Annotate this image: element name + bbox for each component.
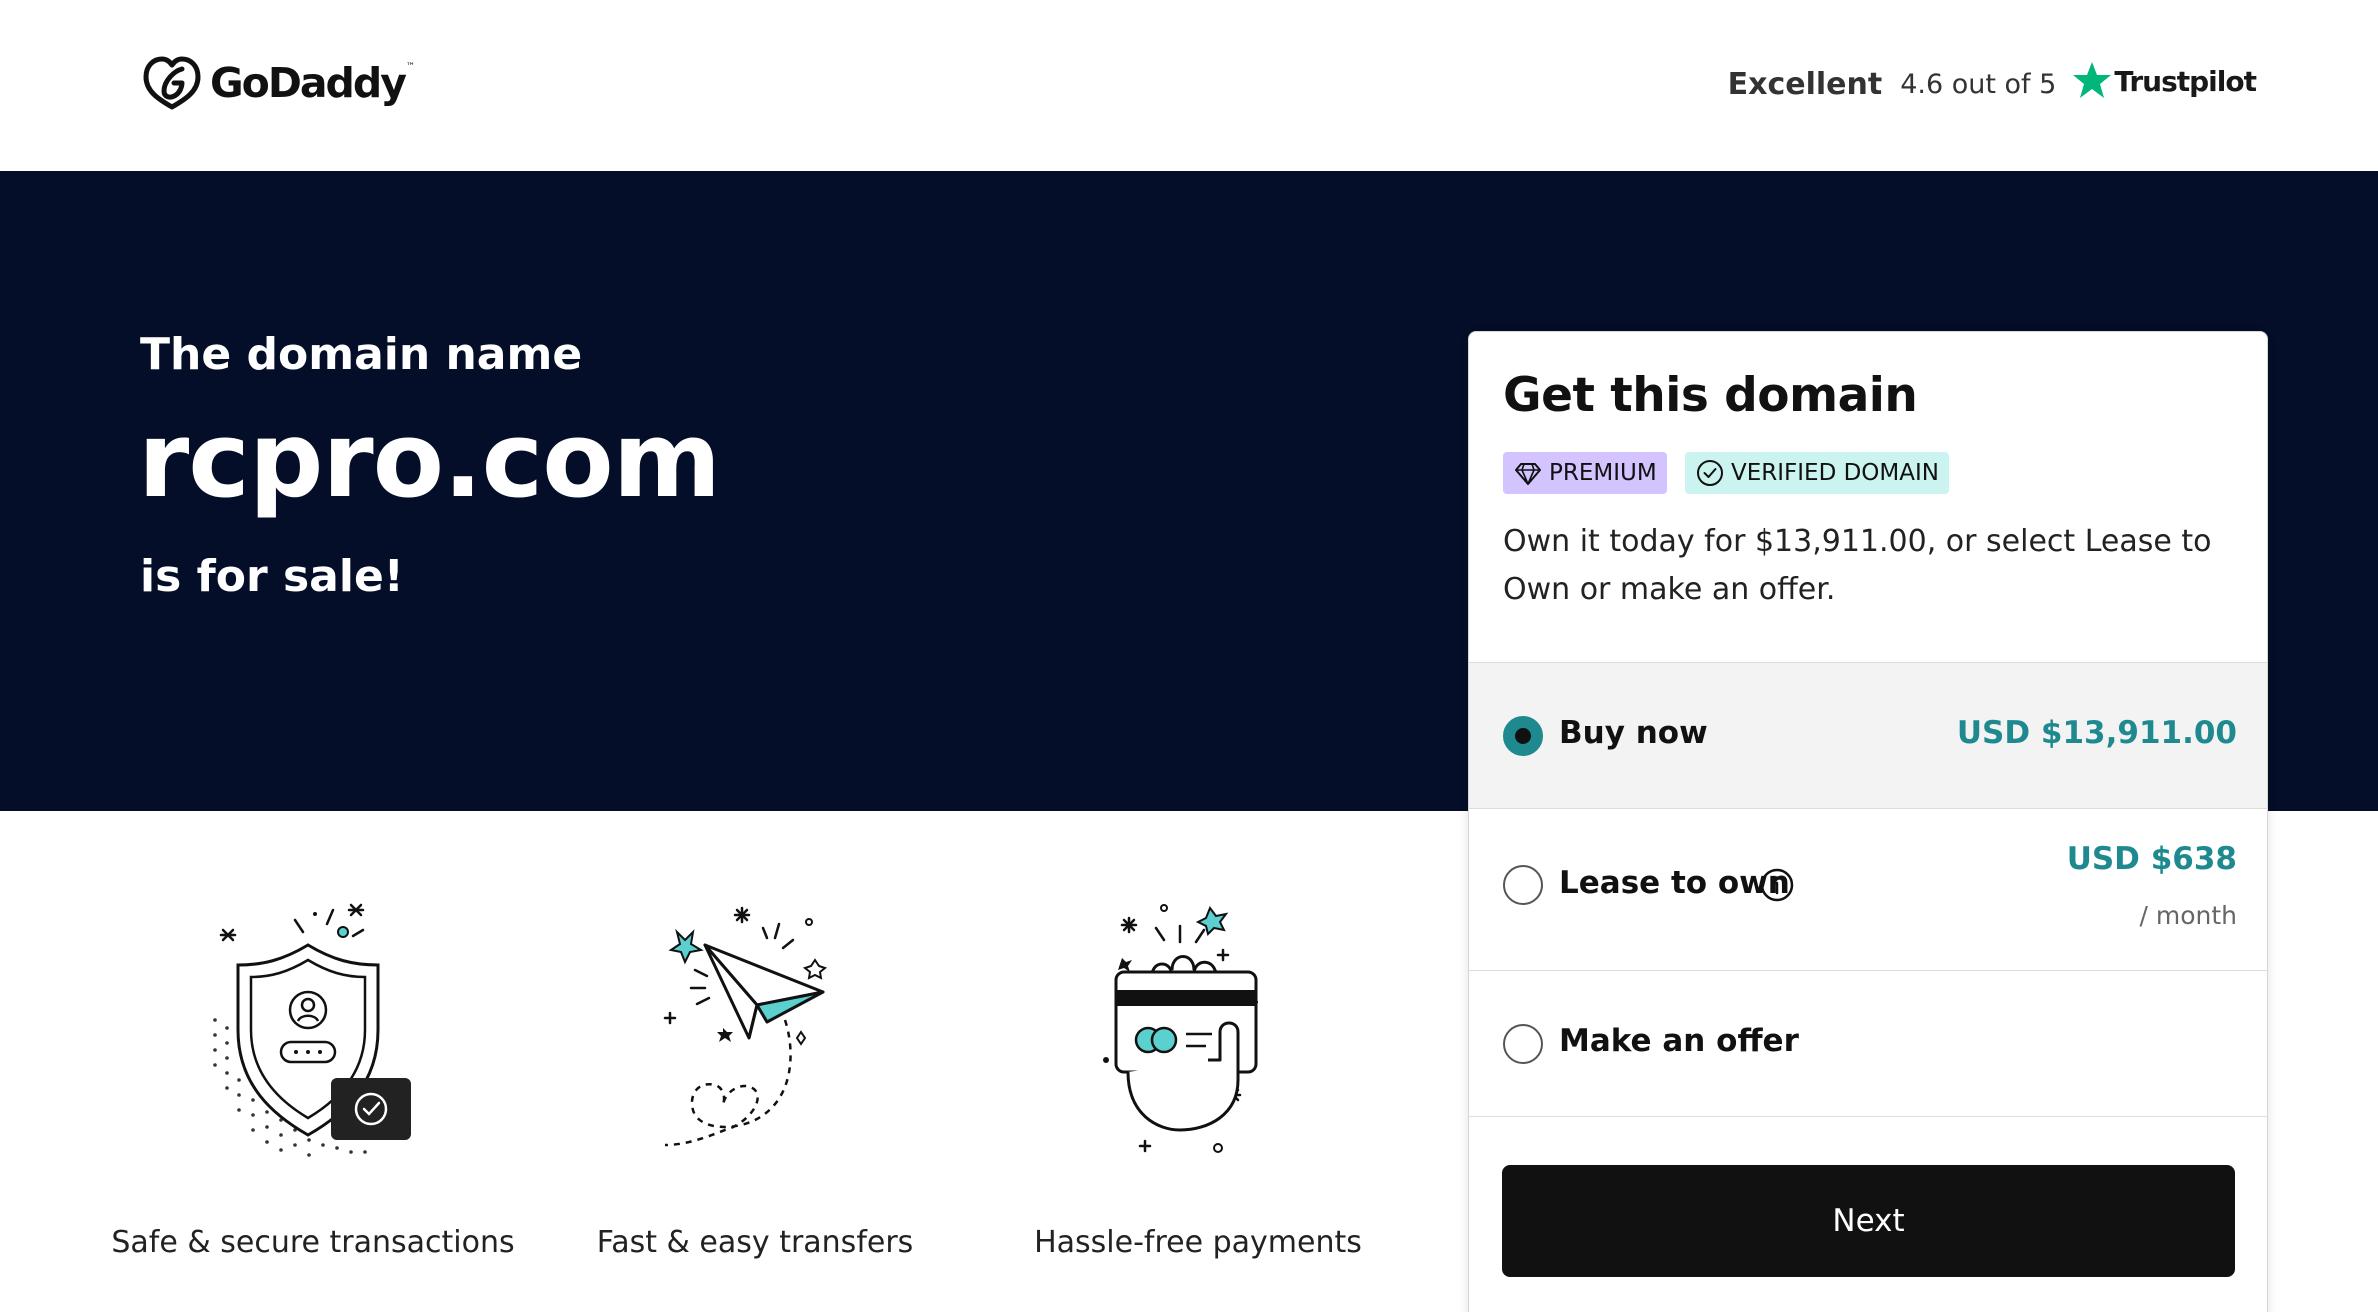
feature-label: Hassle-free payments: [1034, 1225, 1362, 1260]
feature-secure: Safe & secure transactions: [103, 890, 523, 1260]
option-make-offer[interactable]: Make an offer: [1469, 970, 2267, 1116]
card-description: Own it today for $13,911.00, or select L…: [1503, 524, 2212, 607]
purchase-card: Get this domain PREMIUM VERIFIED DOMAIN …: [1468, 331, 2268, 1312]
trust-score: 4.6 out of 5: [1900, 68, 2057, 100]
paper-plane-icon: [663, 906, 828, 1147]
trustpilot-rating[interactable]: Excellent 4.6 out of 5 Trustpilot: [1727, 54, 2257, 114]
lease-period: / month: [2139, 901, 2237, 930]
next-button[interactable]: Next: [1502, 1165, 2235, 1277]
buy-now-price: USD $13,911.00: [1956, 715, 2237, 751]
premium-badge-label: PREMIUM: [1549, 460, 1657, 486]
lease-to-own-label[interactable]: Lease to own: [1559, 865, 1790, 901]
site-header: GoDaddy ™ Excellent 4.6 out of 5 Trustpi…: [0, 0, 2378, 171]
trust-rating-word: Excellent: [1727, 66, 1883, 102]
lease-price: USD $638: [2066, 841, 2237, 877]
godaddy-logo-icon: [143, 56, 201, 110]
hero-for-sale: is for sale!: [140, 551, 404, 602]
hero-intro: The domain name: [140, 329, 583, 380]
check-circle-icon: [1697, 460, 1723, 486]
lease-to-own-radio[interactable]: [1503, 865, 1543, 905]
feature-label: Fast & easy transfers: [596, 1225, 914, 1260]
hand-card-icon: [1103, 904, 1258, 1153]
buy-now-label[interactable]: Buy now: [1559, 715, 1708, 751]
trustpilot-brand: Trustpilot: [2114, 64, 2257, 98]
verified-badge: VERIFIED DOMAIN: [1685, 452, 1949, 494]
feature-transfers: Fast & easy transfers: [545, 890, 965, 1260]
info-icon[interactable]: [1759, 867, 1795, 903]
option-buy-now[interactable]: Buy now USD $13,911.00: [1469, 662, 2267, 808]
options-divider: [1469, 1116, 2267, 1117]
trustpilot-star-icon: [2073, 62, 2112, 98]
shield-check-icon: [213, 903, 411, 1157]
godaddy-logo[interactable]: GoDaddy ™: [140, 52, 415, 114]
diamond-icon: [1515, 463, 1541, 485]
card-title: Get this domain: [1503, 368, 1918, 423]
logo-wordmark: GoDaddy: [210, 59, 407, 107]
buy-now-radio[interactable]: [1503, 716, 1543, 756]
domain-name-heading: rcpro.com: [138, 399, 721, 521]
make-offer-label[interactable]: Make an offer: [1559, 1023, 1799, 1059]
verified-badge-label: VERIFIED DOMAIN: [1731, 460, 1939, 486]
option-lease-to-own[interactable]: Lease to own USD $638 / month: [1469, 808, 2267, 970]
logo-trademark: ™: [405, 62, 415, 72]
premium-badge: PREMIUM: [1503, 452, 1667, 494]
feature-payments: Hassle-free payments: [988, 890, 1408, 1260]
make-offer-radio[interactable]: [1503, 1024, 1543, 1064]
feature-label: Safe & secure transactions: [111, 1225, 515, 1260]
